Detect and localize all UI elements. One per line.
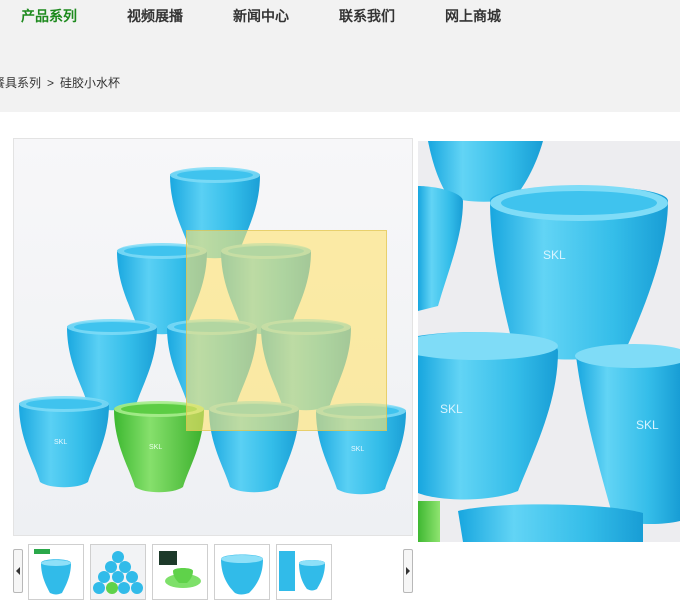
nav-item-products[interactable]: 产品系列 [21,6,77,26]
thumbnail-3[interactable] [152,544,208,600]
thumbnail-4[interactable] [214,544,270,600]
top-nav: 产品系列 视频展播 新闻中心 联系我们 网上商城 [0,0,680,30]
arrow-left-icon [16,567,20,575]
nav-item-contact[interactable]: 联系我们 [339,6,395,26]
zoom-lens[interactable] [186,230,387,431]
zoomed-cups-illustration: SKL SKL SKL [418,141,680,542]
thumbnail-image [277,545,331,599]
cup-logo: SKL [636,418,659,432]
thumbnail-next-button[interactable] [403,549,413,593]
thumbnail-image [91,545,145,599]
thumbnail-2[interactable] [90,544,146,600]
nav-item-shop[interactable]: 网上商城 [445,6,501,26]
cup-logo: SKL [351,446,364,453]
cup-logo: SKL [54,439,67,446]
cup-logo: SKL [543,248,566,262]
zoom-preview-image: SKL SKL SKL [418,141,680,542]
cup-logo: SKL [149,444,162,451]
breadcrumb-parent-link[interactable]: 餐具系列 [0,76,41,90]
nav-item-news[interactable]: 新闻中心 [233,6,289,26]
thumbnail-image [29,545,83,599]
cup-logo: SKL [440,402,463,416]
thumbnail-image [153,545,207,599]
breadcrumb: 餐具系列 > 硅胶小水杯 [0,74,120,91]
breadcrumb-separator: > [47,76,55,90]
thumbnail-prev-button[interactable] [13,549,23,593]
main-product-image[interactable]: SKL SKL SKL [13,138,413,536]
nav-item-videos[interactable]: 视频展播 [127,6,183,26]
thumbnail-5[interactable] [276,544,332,600]
thumbnail-1[interactable] [28,544,84,600]
arrow-right-icon [406,567,410,575]
thumbnail-image [215,545,269,599]
breadcrumb-current: 硅胶小水杯 [60,76,121,90]
